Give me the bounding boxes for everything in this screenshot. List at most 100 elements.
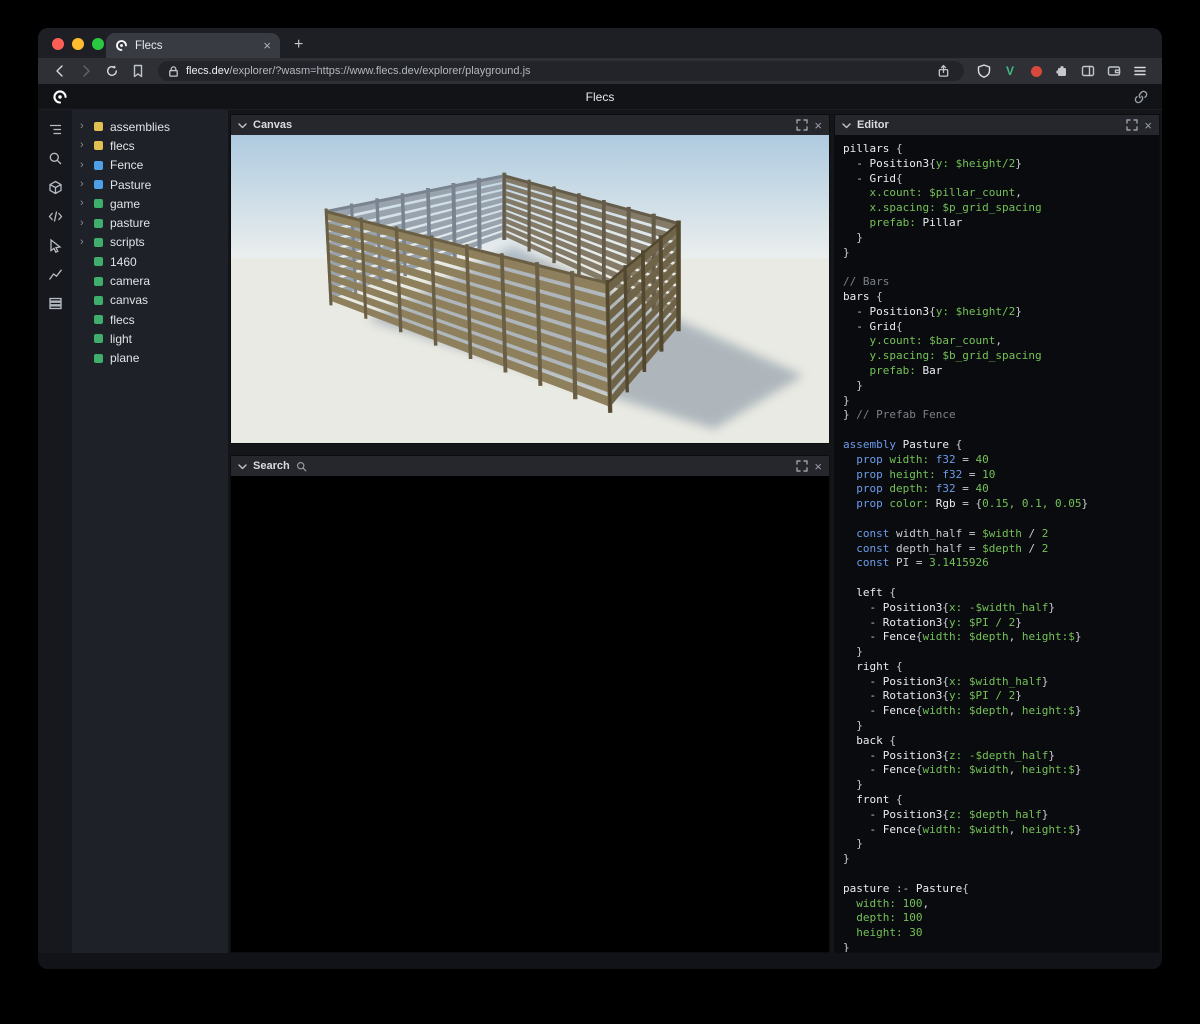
code-line: } (843, 246, 1151, 261)
expand-icon[interactable] (796, 119, 808, 131)
close-icon[interactable]: × (1144, 119, 1152, 132)
close-icon[interactable]: × (814, 119, 822, 132)
tree-item-game[interactable]: › game (72, 194, 228, 213)
tree-item-label: flecs (110, 139, 135, 153)
code-line: - Position3{z: -$depth_half} (843, 749, 1151, 764)
tree-item-light[interactable]: › light (72, 329, 228, 348)
panel-title: Search (253, 460, 290, 472)
code-line: width: 100, (843, 897, 1151, 912)
editor-panel-header: Editor × (835, 115, 1159, 135)
wallet-icon[interactable] (1102, 60, 1126, 82)
extension-red-icon[interactable] (1024, 60, 1048, 82)
sidebar-panel-icon[interactable] (1076, 60, 1100, 82)
code-line: y.spacing: $b_grid_spacing (843, 349, 1151, 364)
minimize-window-button[interactable] (72, 38, 84, 50)
expand-icon[interactable] (796, 460, 808, 472)
tree-item-plane[interactable]: › plane (72, 349, 228, 368)
entity-color-square (94, 277, 103, 286)
tree-item-fence[interactable]: › Fence (72, 156, 228, 175)
stats-icon[interactable] (44, 265, 66, 283)
expand-chevron-icon[interactable]: › (80, 198, 92, 209)
flecs-favicon (115, 39, 128, 52)
code-line: pasture :- Pasture{ (843, 882, 1151, 897)
code-icon[interactable] (44, 207, 66, 225)
panel-title: Canvas (253, 119, 292, 131)
chevron-down-icon[interactable] (842, 122, 851, 129)
search-icon[interactable] (44, 149, 66, 167)
code-line: - Grid{ (843, 320, 1151, 335)
close-icon[interactable]: × (814, 460, 822, 473)
code-line: const PI = 3.1415926 (843, 556, 1151, 571)
brave-shield-icon[interactable] (972, 60, 996, 82)
entity-color-square (94, 180, 103, 189)
script-editor[interactable]: pillars { - Position3{y: $height/2} - Gr… (835, 135, 1159, 952)
search-icon (296, 461, 307, 472)
3d-viewport[interactable] (231, 135, 829, 443)
left-toolbar (38, 110, 72, 953)
entity-color-square (94, 334, 103, 343)
tree-item-camera[interactable]: › camera (72, 271, 228, 290)
puzzle-extensions-icon[interactable] (1050, 60, 1074, 82)
tree-item-label: canvas (110, 293, 148, 307)
tree-item-flecs[interactable]: › flecs (72, 310, 228, 329)
tree-item-label: game (110, 197, 140, 211)
code-line: - Position3{y: $height/2} (843, 157, 1151, 172)
tree-item-assemblies[interactable]: › assemblies (72, 117, 228, 136)
entities-icon[interactable] (44, 178, 66, 196)
code-line: - Fence{width: $width, height:$} (843, 763, 1151, 778)
close-window-button[interactable] (52, 38, 64, 50)
memory-icon[interactable] (44, 294, 66, 312)
tree-item-scripts[interactable]: › scripts (72, 233, 228, 252)
expand-chevron-icon[interactable]: › (80, 179, 92, 190)
code-line: x.spacing: $p_grid_spacing (843, 201, 1151, 216)
tree-item-canvas[interactable]: › canvas (72, 291, 228, 310)
chevron-down-icon[interactable] (238, 463, 247, 470)
expand-chevron-icon[interactable]: › (80, 237, 92, 248)
bookmark-sidebar-icon[interactable] (126, 60, 150, 82)
browser-toolbar: flecs.dev/explorer/?wasm=https://www.fle… (38, 58, 1162, 84)
new-tab-button[interactable]: + (294, 36, 303, 54)
reload-button[interactable] (100, 60, 124, 82)
expand-chevron-icon[interactable]: › (80, 121, 92, 132)
forward-button[interactable] (74, 60, 98, 82)
tree-item-pasture[interactable]: › Pasture (72, 175, 228, 194)
entity-color-square (94, 199, 103, 208)
share-icon[interactable] (931, 60, 955, 82)
expand-chevron-icon[interactable]: › (80, 160, 92, 171)
entity-color-square (94, 354, 103, 363)
inspect-icon[interactable] (44, 236, 66, 254)
zoom-window-button[interactable] (92, 38, 104, 50)
tree-item-flecs[interactable]: › flecs (72, 136, 228, 155)
code-line: - Grid{ (843, 172, 1151, 187)
back-button[interactable] (48, 60, 72, 82)
vue-devtools-icon[interactable]: V (998, 60, 1022, 82)
browser-tab[interactable]: Flecs × (106, 33, 280, 58)
tab-close-icon[interactable]: × (263, 39, 271, 52)
code-line: // Bars (843, 275, 1151, 290)
code-line (843, 260, 1151, 275)
menu-icon[interactable] (1128, 60, 1152, 82)
tree-item-pasture[interactable]: › pasture (72, 213, 228, 232)
entity-color-square (94, 141, 103, 150)
main-column: Canvas × (228, 110, 832, 953)
tab-strip: Flecs × + (38, 28, 1162, 58)
code-line: - Position3{x: -$width_half} (843, 601, 1151, 616)
tree-item-label: light (110, 332, 132, 346)
search-panel-header: Search × (231, 456, 829, 476)
expand-chevron-icon[interactable]: › (80, 140, 92, 151)
entity-color-square (94, 238, 103, 247)
tree-item-label: Fence (110, 158, 143, 172)
code-line: - Rotation3{y: $PI / 2} (843, 689, 1151, 704)
address-bar[interactable]: flecs.dev/explorer/?wasm=https://www.fle… (158, 61, 964, 81)
tree-item-label: Pasture (110, 178, 151, 192)
code-line: } (843, 837, 1151, 852)
chevron-down-icon[interactable] (238, 122, 247, 129)
tree-item-1460[interactable]: › 1460 (72, 252, 228, 271)
code-line: } (843, 394, 1151, 409)
tree-icon[interactable] (44, 120, 66, 138)
expand-icon[interactable] (1126, 119, 1138, 131)
code-line: x.count: $pillar_count, (843, 186, 1151, 201)
code-line: - Position3{x: $width_half} (843, 675, 1151, 690)
expand-chevron-icon[interactable]: › (80, 218, 92, 229)
code-line: - Fence{width: $depth, height:$} (843, 704, 1151, 719)
